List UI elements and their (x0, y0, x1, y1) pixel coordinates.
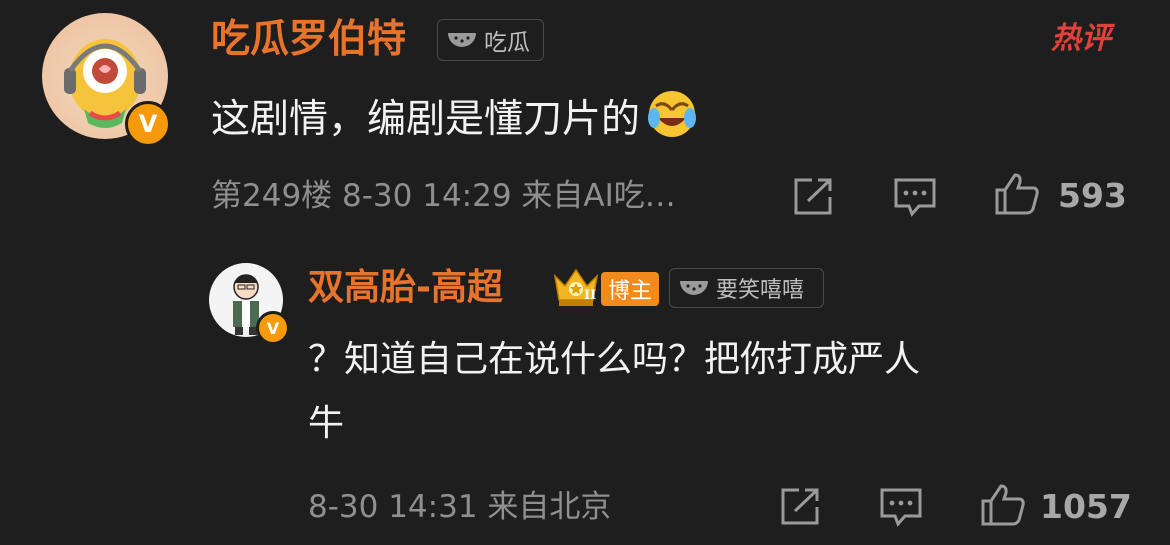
laughing-cry-emoji-icon (646, 88, 698, 152)
reply-verified-badge-icon: V (256, 311, 290, 345)
comment-text: 这剧情，编剧是懂刀片的 (211, 88, 698, 152)
reply-username[interactable]: 双高胎-高超 (308, 265, 503, 311)
reply-share-icon[interactable] (779, 487, 821, 527)
reply-meta: 8-30 14:31 来自北京 (308, 489, 612, 525)
blogger-badge: 博主 (601, 272, 659, 306)
hot-comment-badge: 热评 (1051, 21, 1111, 56)
reply-user-tag[interactable]: 要笑嘻嘻 (669, 268, 824, 308)
reply-user-tag-label: 要笑嘻嘻 (716, 278, 805, 303)
like-thumb-icon[interactable] (994, 172, 1040, 216)
watermelon-icon (678, 277, 710, 299)
reply-like-count: 1057 (1040, 487, 1132, 526)
reply-like-thumb-icon[interactable] (980, 483, 1026, 527)
username[interactable]: 吃瓜罗伯特 (211, 16, 406, 64)
comment-text-content: 这剧情，编剧是懂刀片的 (211, 97, 641, 142)
reply-text-line-1: ？知道自己在说什么吗？把你打成严人 (308, 339, 921, 380)
verified-badge-icon: V (125, 101, 171, 147)
share-icon[interactable] (792, 177, 834, 217)
reply-text-line-2: 牛 (308, 403, 345, 444)
user-tag-label: 吃瓜 (484, 30, 530, 56)
user-tag[interactable]: 吃瓜 (437, 19, 544, 61)
like-count: 593 (1058, 176, 1127, 215)
crown-level-label: II (584, 288, 597, 303)
reply-comment-icon[interactable] (879, 487, 923, 527)
comment-icon[interactable] (893, 177, 937, 217)
comment-meta: 第249楼 8-30 14:29 来自AI吃… (211, 178, 676, 214)
watermelon-icon (446, 29, 478, 51)
